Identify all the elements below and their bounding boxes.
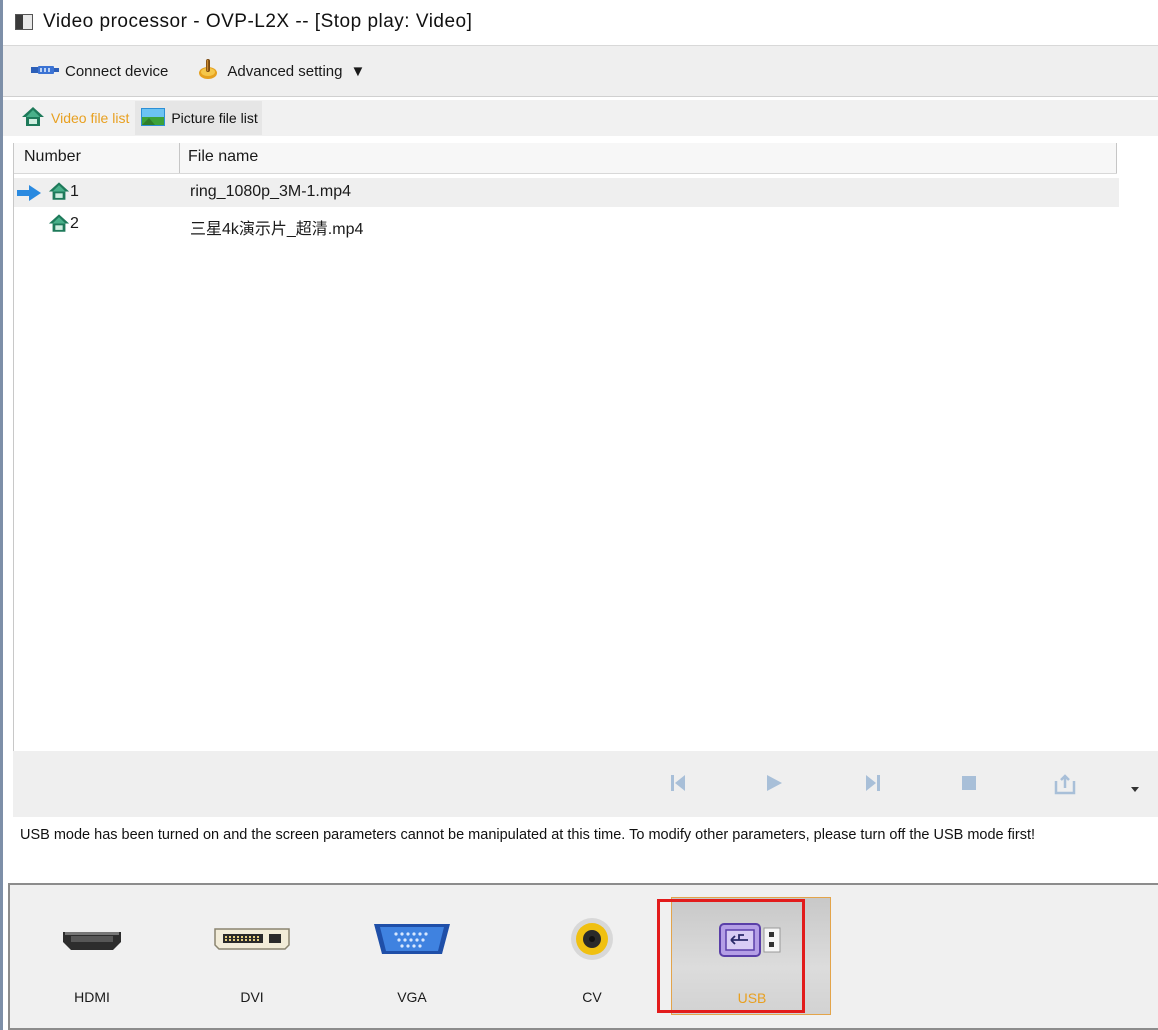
source-cv-label: CV xyxy=(582,989,602,1005)
source-usb-button[interactable]: USB xyxy=(671,897,831,1015)
overflow-caret-icon[interactable] xyxy=(1130,781,1140,798)
video-file-icon xyxy=(48,213,70,238)
tab-video-file-list[interactable]: Video file list xyxy=(15,101,133,135)
play-icon[interactable] xyxy=(765,773,783,797)
table-row[interactable]: 1 ring_1080p_3M-1.mp4 xyxy=(14,178,1119,207)
advanced-setting-button[interactable]: Advanced setting ▼ xyxy=(188,55,373,87)
source-dvi-label: DVI xyxy=(240,989,264,1005)
row-file-name: 三星4k演示片_超清.mp4 xyxy=(190,221,364,238)
column-header-number[interactable]: Number xyxy=(24,148,81,166)
tab-picture-file-list[interactable]: Picture file list xyxy=(135,101,262,135)
export-icon[interactable] xyxy=(1054,773,1076,799)
vga-port-icon xyxy=(332,919,492,959)
source-vga-label: VGA xyxy=(397,989,427,1005)
stop-icon[interactable] xyxy=(960,773,978,797)
playback-controls xyxy=(13,751,1158,817)
file-list-tabs: Video file list Picture file list xyxy=(3,100,1158,136)
tab-picture-file-list-label: Picture file list xyxy=(171,110,258,126)
dvi-port-icon xyxy=(172,919,332,959)
title-bar: Video processor - OVP-L2X -- [Stop play:… xyxy=(3,0,1158,44)
source-vga-button[interactable]: VGA xyxy=(332,897,492,1015)
table-header: Number File name xyxy=(14,143,1117,174)
advanced-setting-label: Advanced setting xyxy=(227,62,343,80)
row-number: 2 xyxy=(70,215,79,232)
advanced-setting-icon xyxy=(196,57,220,85)
tab-video-file-list-label: Video file list xyxy=(51,110,130,126)
source-cv-button[interactable]: CV xyxy=(512,897,672,1015)
connect-device-label: Connect device xyxy=(65,62,169,80)
next-icon[interactable] xyxy=(864,773,882,797)
column-divider[interactable] xyxy=(179,143,180,173)
window-left-border xyxy=(0,0,3,1030)
source-hdmi-button[interactable]: HDMI xyxy=(12,897,172,1015)
usb-mode-notice: USB mode has been turned on and the scre… xyxy=(20,827,1036,843)
row-number: 1 xyxy=(70,183,79,200)
video-file-icon xyxy=(48,181,70,206)
previous-icon[interactable] xyxy=(669,773,687,797)
window-title: Video processor - OVP-L2X -- [Stop play:… xyxy=(43,11,473,32)
video-file-table: Number File name 1 ring_1080p_3M-1.mp4 2… xyxy=(13,143,1158,751)
column-divider[interactable] xyxy=(1116,143,1117,173)
column-header-file-name[interactable]: File name xyxy=(188,148,258,166)
source-usb-label: USB xyxy=(737,990,767,1006)
hdmi-port-icon xyxy=(12,919,172,959)
current-item-arrow-icon xyxy=(16,184,42,206)
source-hdmi-label: HDMI xyxy=(74,989,110,1005)
table-row[interactable]: 2 三星4k演示片_超清.mp4 xyxy=(14,210,1119,239)
app-window-icon xyxy=(15,14,33,30)
video-file-icon xyxy=(21,106,45,131)
row-file-name: ring_1080p_3M-1.mp4 xyxy=(190,183,351,200)
composite-video-icon xyxy=(512,918,672,960)
source-dvi-button[interactable]: DVI xyxy=(172,897,332,1015)
main-toolbar: Connect device Advanced setting ▼ xyxy=(3,45,1158,97)
chevron-down-icon: ▼ xyxy=(350,62,366,80)
connect-device-button[interactable]: Connect device xyxy=(23,55,176,87)
usb-drive-icon xyxy=(672,920,832,960)
input-source-bar: HDMI DVI VGA CV USB xyxy=(8,883,1158,1030)
picture-file-icon xyxy=(141,107,166,129)
connect-device-icon xyxy=(31,63,59,80)
